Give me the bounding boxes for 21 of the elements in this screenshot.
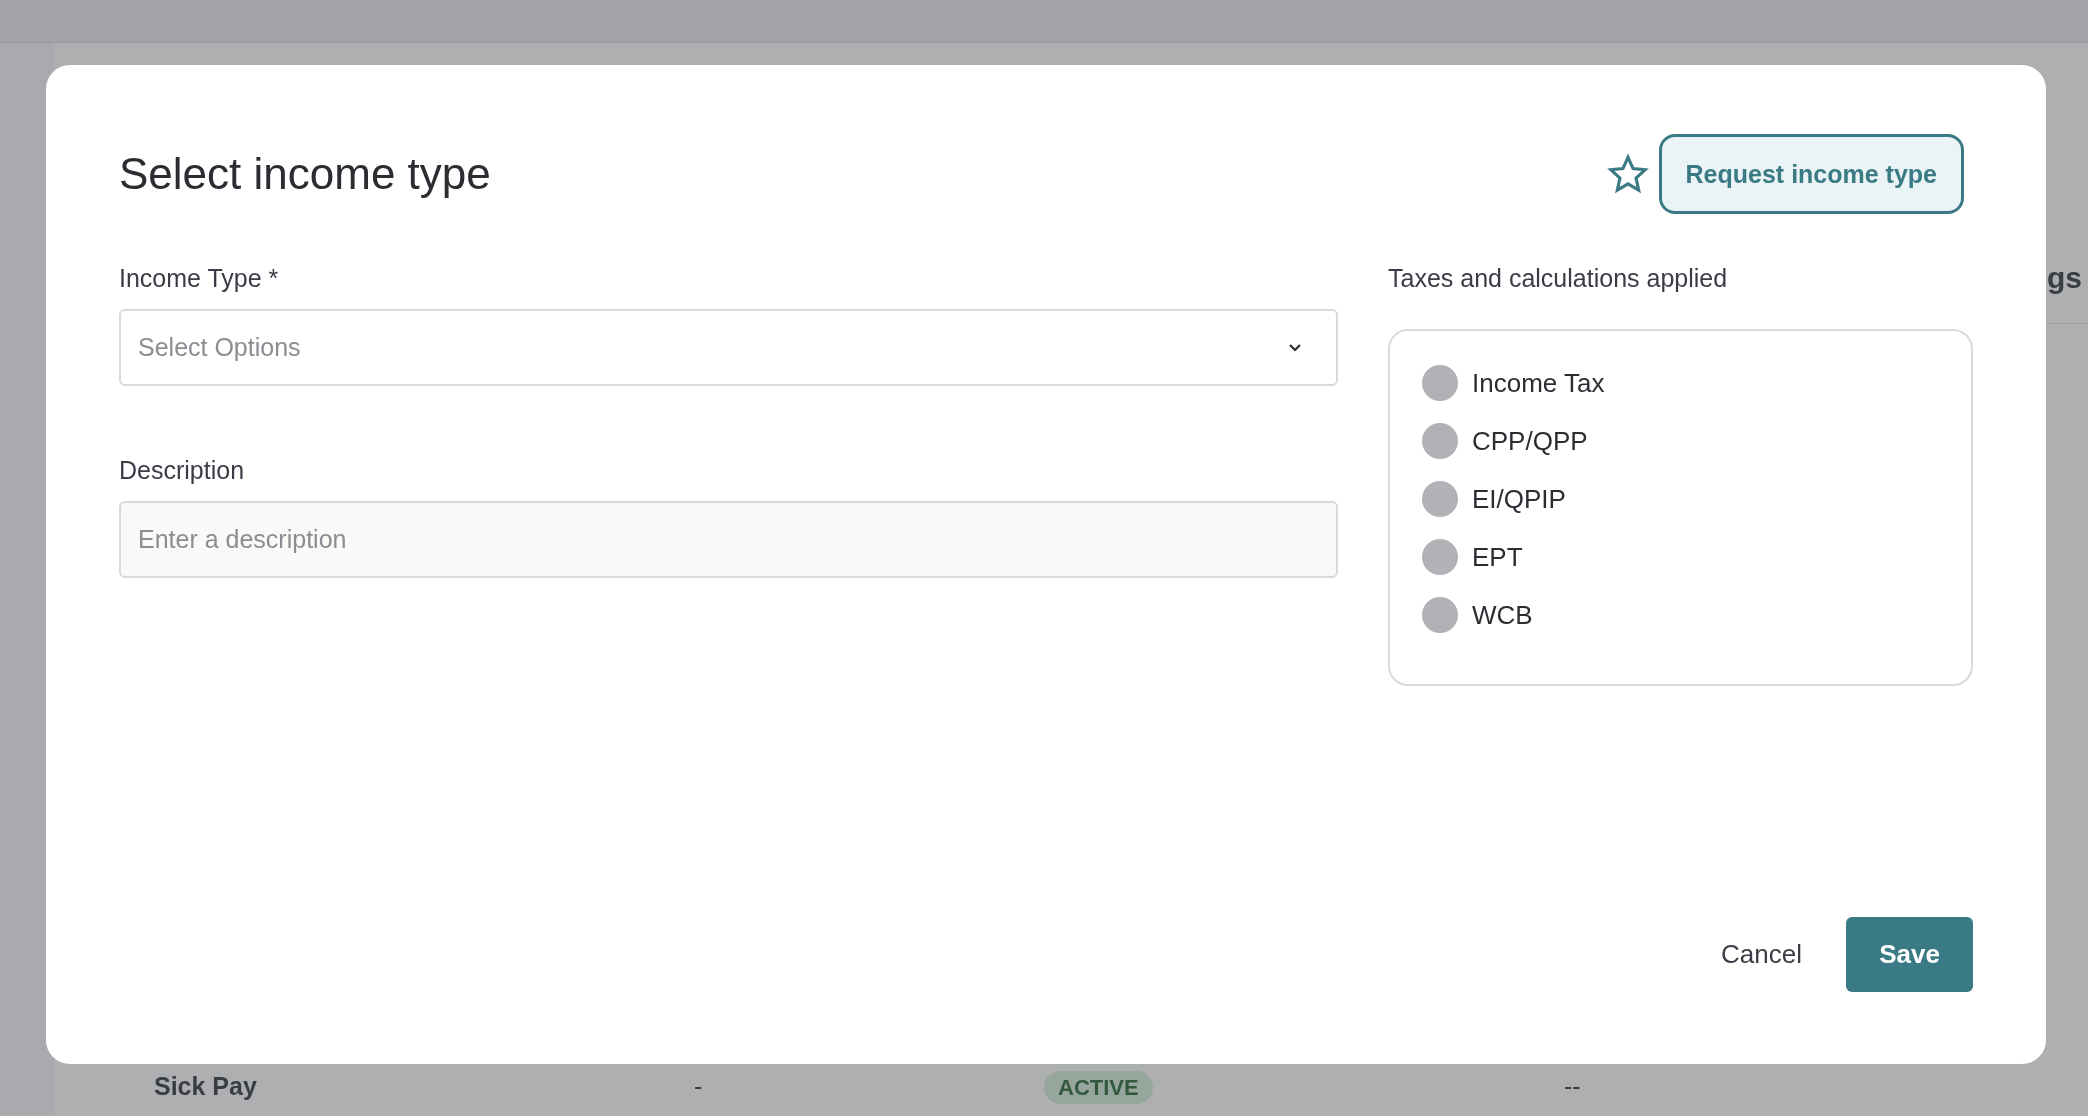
table-cell: -- [1564,1071,1581,1101]
column-heading: gs [2047,261,2082,295]
dialog-title: Select income type [119,149,491,199]
income-name: Sick Pay [154,1071,258,1101]
section-label: Taxes and calculations applied [1388,264,1729,293]
table-cell-text: - [694,1071,704,1101]
tax-label: Income Tax [1472,367,1605,399]
save-button[interactable]: Save [1846,917,1973,992]
tax-label: EI/QPIP [1472,483,1566,515]
star-icon [1606,153,1649,195]
tax-label: EPT [1472,541,1523,573]
chevron-down-icon [1288,343,1302,352]
field-label: Description [119,456,246,485]
status-badge: ACTIVE [1044,1070,1153,1104]
cancel-button[interactable]: Cancel [1713,929,1810,980]
field-label: Income Type * [119,264,280,293]
description-field[interactable]: Enter a description [119,501,1338,578]
tax-label: CPP/QPP [1472,425,1588,457]
request-income-type-button[interactable]: Request income type [1658,134,1964,214]
tax-label: WCB [1472,599,1533,631]
income-type-select[interactable]: Select Options [119,309,1338,386]
